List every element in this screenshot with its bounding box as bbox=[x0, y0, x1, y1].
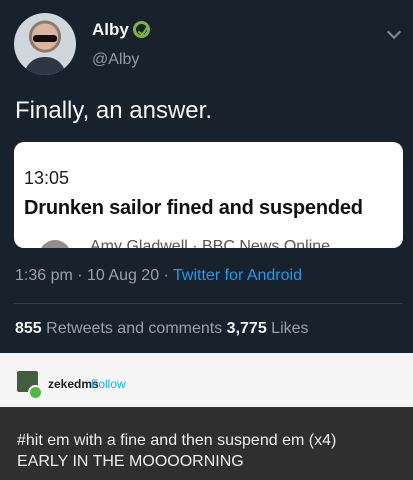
tweet-card: Alby @Alby Finally, an answer. 13:05 Dru… bbox=[0, 0, 413, 353]
verified-icon bbox=[133, 21, 150, 38]
retweet-count[interactable]: 855 bbox=[15, 320, 42, 337]
chevron-down-icon[interactable] bbox=[386, 24, 402, 40]
tweet-stats: 855 Retweets and comments 3,775 Likes bbox=[15, 320, 309, 338]
avatar-shirt bbox=[24, 57, 66, 75]
tweet-meta: 1:36 pm · 10 Aug 20 · Twitter for Androi… bbox=[15, 267, 302, 285]
client-app-link[interactable]: Twitter for Android bbox=[173, 267, 302, 284]
profile-avatar[interactable] bbox=[14, 13, 76, 75]
user-handle[interactable]: @Alby bbox=[92, 51, 139, 69]
tumblr-post: zekedms Follow #hit em with a fine and t… bbox=[0, 353, 413, 480]
sunglasses-icon bbox=[33, 35, 57, 42]
likes-label[interactable]: Likes bbox=[267, 320, 308, 337]
tweet-text: Finally, an answer. bbox=[15, 97, 212, 124]
post-text-line-2: EARLY IN THE MOOOORNING bbox=[17, 453, 244, 470]
card-time: 13:05 bbox=[24, 168, 70, 188]
divider bbox=[14, 303, 402, 304]
follow-button[interactable]: Follow bbox=[91, 377, 126, 391]
card-headline: Drunken sailor fined and suspended bbox=[24, 197, 363, 219]
display-name[interactable]: Alby bbox=[92, 20, 129, 40]
post-text-line-1: #hit em with a fine and then suspend em … bbox=[17, 432, 337, 449]
tweet-timestamp: 1:36 pm · 10 Aug 20 · bbox=[15, 267, 174, 284]
like-count[interactable]: 3,775 bbox=[227, 320, 267, 337]
author-avatar bbox=[39, 240, 71, 248]
card-byline: Amy Gladwell · BBC News Online bbox=[90, 238, 331, 248]
retweets-label[interactable]: Retweets and comments bbox=[42, 320, 227, 337]
tumblr-post-header: zekedms Follow bbox=[0, 353, 413, 407]
news-preview-card[interactable]: 13:05 Drunken sailor fined and suspended… bbox=[14, 142, 403, 248]
online-badge-icon bbox=[28, 385, 43, 400]
